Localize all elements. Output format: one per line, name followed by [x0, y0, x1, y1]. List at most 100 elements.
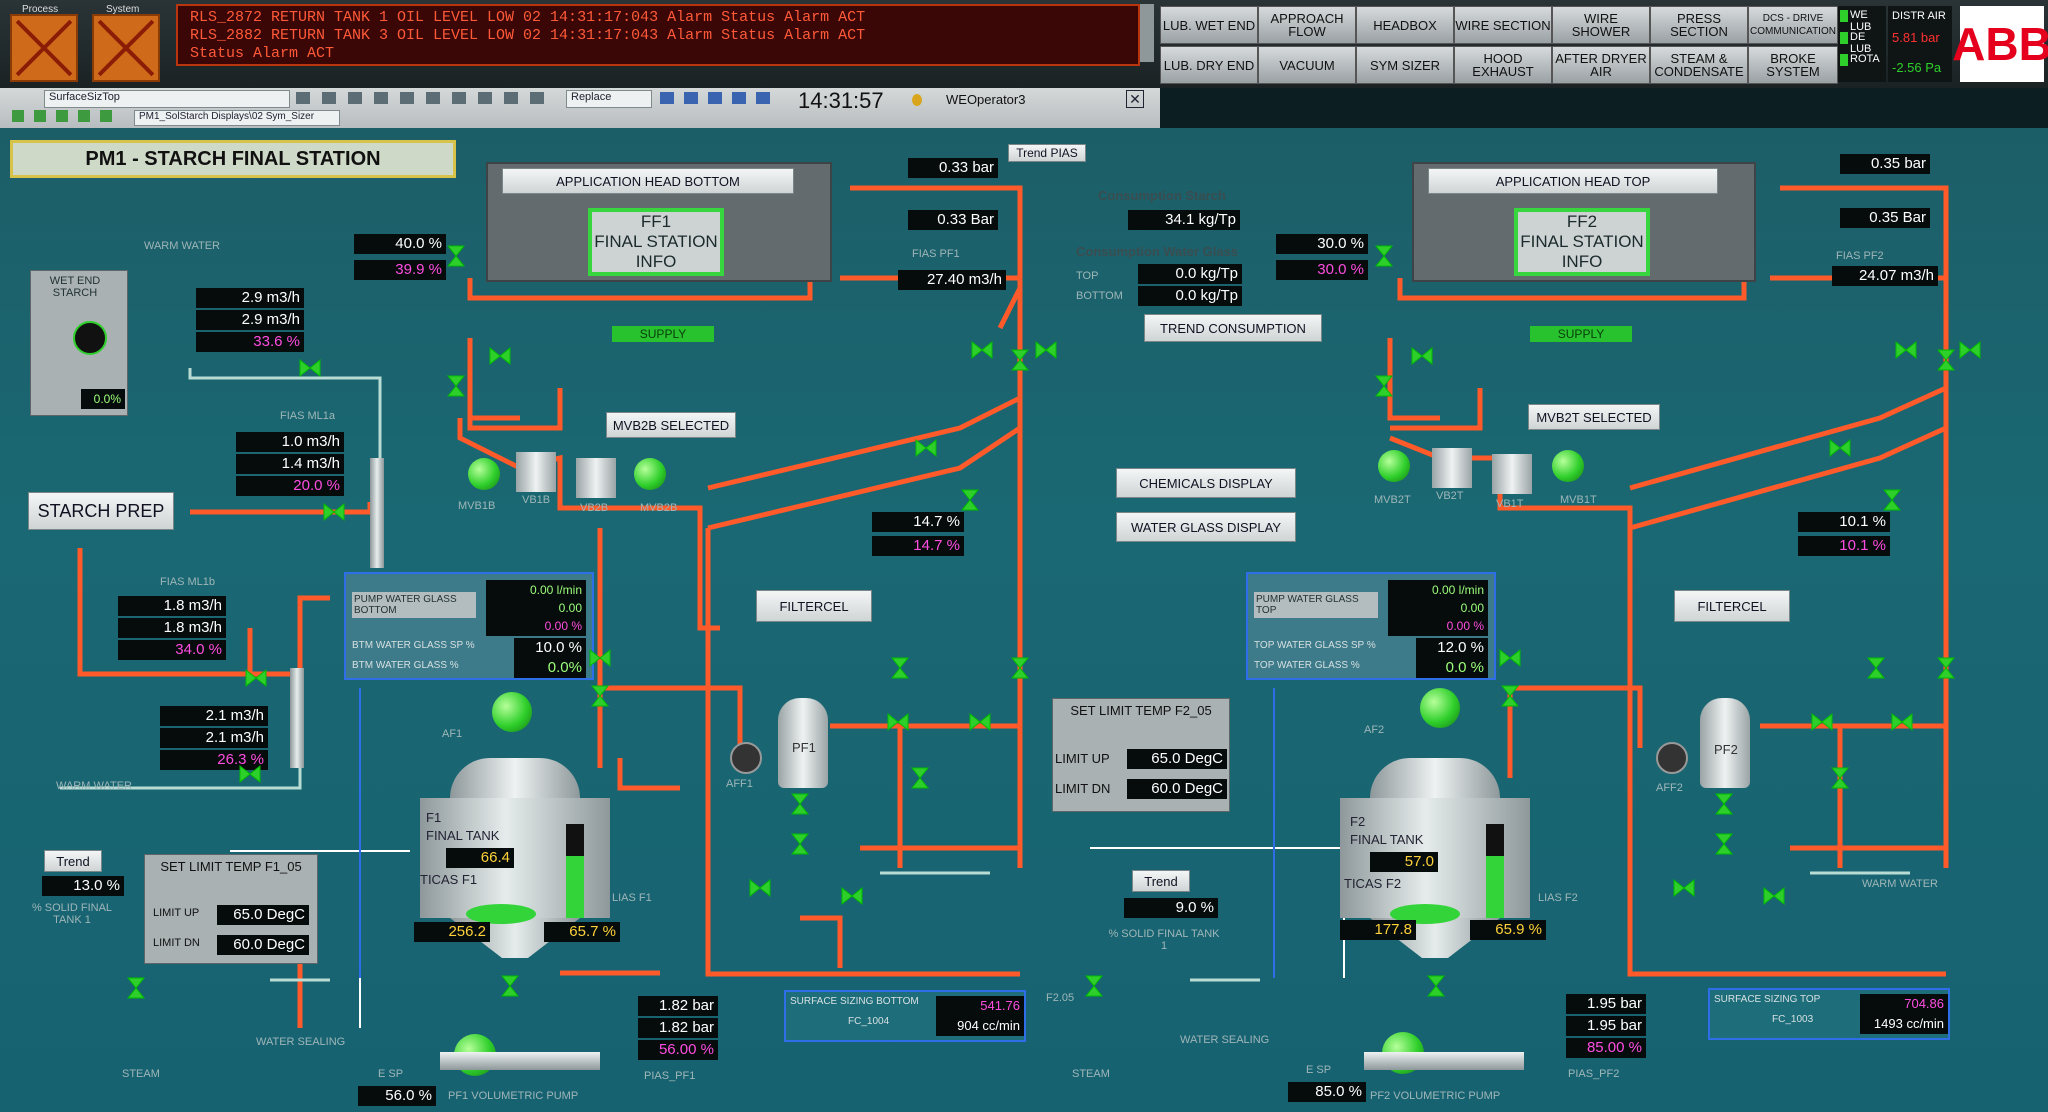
- nav-lub-dry-end-button[interactable]: LUB. DRY END: [1160, 46, 1258, 84]
- nav-after-dryer-air-button[interactable]: AFTER DRYER AIR: [1552, 46, 1650, 84]
- valve-icon[interactable]: [239, 763, 261, 785]
- valve-icon[interactable]: [1673, 877, 1695, 899]
- valve-icon[interactable]: [1829, 437, 1851, 459]
- valve-icon[interactable]: [1935, 349, 1957, 371]
- valve-icon[interactable]: [1811, 711, 1833, 733]
- top-wg-sp-value[interactable]: 12.0 %: [1416, 638, 1488, 658]
- alarm-line[interactable]: RLS_2882 RETURN TANK 3 OIL LEVEL LOW 02 …: [190, 27, 865, 44]
- valve-icon[interactable]: [1881, 489, 1903, 511]
- final-station-info-ff2[interactable]: FF2 FINAL STATION INFO: [1514, 208, 1650, 276]
- valve-icon[interactable]: [1713, 833, 1735, 855]
- valve-icon[interactable]: [909, 767, 931, 789]
- alarm-list[interactable]: RLS_2872 RETURN TANK 1 OIL LEVEL LOW 02 …: [176, 4, 1140, 66]
- mvb1b-motor[interactable]: [468, 458, 500, 490]
- app-head-top-title[interactable]: APPLICATION HEAD TOP: [1428, 168, 1718, 194]
- mvb2t-motor[interactable]: [1378, 450, 1410, 482]
- nav-press-section-button[interactable]: PRESS SECTION: [1650, 6, 1748, 44]
- alarm-line[interactable]: RLS_2872 RETURN TANK 1 OIL LEVEL LOW 02 …: [190, 9, 865, 26]
- distr-air-panel[interactable]: DISTR AIR 5.81 bar -2.56 Pa: [1888, 6, 1952, 82]
- valve-icon[interactable]: [499, 975, 521, 997]
- aff1-fan[interactable]: [730, 742, 762, 774]
- valve-icon[interactable]: [1959, 339, 1981, 361]
- valve-icon[interactable]: [1713, 793, 1735, 815]
- nav-broke-system-button[interactable]: BROKE SYSTEM: [1748, 46, 1838, 84]
- surface-sizing-bottom-panel[interactable]: SURFACE SIZING BOTTOM FC_1004 541.76 cc/…: [784, 990, 1026, 1042]
- pump-water-glass-bottom-panel[interactable]: PUMP WATER GLASS BOTTOM 0.00 l/min 0.00 …: [344, 572, 594, 680]
- valve-icon[interactable]: [245, 667, 267, 689]
- mvb2b-selected-button[interactable]: MVB2B SELECTED: [606, 412, 736, 438]
- trend-consumption-button[interactable]: TREND CONSUMPTION: [1144, 314, 1322, 342]
- water-glass-display-button[interactable]: WATER GLASS DISPLAY: [1116, 512, 1296, 542]
- system-alarm-indicator[interactable]: [92, 14, 160, 82]
- user-name[interactable]: WEOperator3: [946, 92, 1025, 107]
- valve-icon[interactable]: [445, 375, 467, 397]
- valve-icon[interactable]: [1373, 375, 1395, 397]
- trend-left-button[interactable]: Trend: [44, 850, 102, 872]
- valve-icon[interactable]: [125, 977, 147, 999]
- valve-icon[interactable]: [971, 339, 993, 361]
- filtercel-right-button[interactable]: FILTERCEL: [1674, 590, 1790, 622]
- limit-up-value-f2[interactable]: 65.0 DegC: [1127, 749, 1227, 769]
- alarm-line[interactable]: Status Alarm ACT: [190, 45, 334, 62]
- valve-icon[interactable]: [889, 657, 911, 679]
- valve-icon[interactable]: [1829, 767, 1851, 789]
- alarm-scrollbar[interactable]: [1140, 4, 1154, 62]
- trend-pias-button[interactable]: Trend PIAS: [1008, 144, 1086, 162]
- limit-up-value[interactable]: 65.0 DegC: [217, 905, 309, 925]
- mvb2b-motor[interactable]: [634, 458, 666, 490]
- valve-icon[interactable]: [1763, 885, 1785, 907]
- nav-headbox-button[interactable]: HEADBOX: [1356, 6, 1454, 44]
- valve-icon[interactable]: [445, 245, 467, 267]
- set-limit-temp-f1-panel[interactable]: SET LIMIT TEMP F1_05 LIMIT UP 65.0 DegC …: [144, 854, 318, 964]
- mvb2t-selected-button[interactable]: MVB2T SELECTED: [1528, 404, 1660, 430]
- final-tank-f1[interactable]: F1 FINAL TANK 66.4 TICAS F1: [410, 738, 620, 978]
- valve-icon[interactable]: [789, 793, 811, 815]
- valve-icon[interactable]: [915, 437, 937, 459]
- valve-icon[interactable]: [1083, 975, 1105, 997]
- valve-icon[interactable]: [749, 877, 771, 899]
- af1-agitator-motor[interactable]: [492, 692, 532, 732]
- valve-icon[interactable]: [1499, 685, 1521, 707]
- nav-lub-wet-end-button[interactable]: LUB. WET END: [1160, 6, 1258, 44]
- nav-steam-condensate-button[interactable]: STEAM & CONDENSATE: [1650, 46, 1748, 84]
- valve-icon[interactable]: [887, 711, 909, 733]
- valve-icon[interactable]: [969, 711, 991, 733]
- filtercel-left-button[interactable]: FILTERCEL: [756, 590, 872, 622]
- valve-icon[interactable]: [589, 647, 611, 669]
- valve-icon[interactable]: [1425, 975, 1447, 997]
- valve-icon[interactable]: [1499, 647, 1521, 669]
- tool-icons[interactable]: [12, 110, 122, 122]
- pump-water-glass-top-panel[interactable]: PUMP WATER GLASS TOP 0.00 l/min 0.00 0.0…: [1246, 572, 1496, 680]
- close-icon[interactable]: ✕: [1126, 90, 1144, 108]
- nav-approach-flow-button[interactable]: APPROACH FLOW: [1258, 6, 1356, 44]
- valve-icon[interactable]: [1411, 345, 1433, 367]
- replace-combo[interactable]: Replace: [566, 90, 652, 108]
- tool-icons[interactable]: [296, 92, 556, 104]
- valve-icon[interactable]: [1009, 349, 1031, 371]
- nav-wire-shower-button[interactable]: WIRE SHOWER: [1552, 6, 1650, 44]
- valve-icon[interactable]: [1891, 711, 1913, 733]
- tool-icons[interactable]: [660, 92, 780, 104]
- valve-icon[interactable]: [1895, 339, 1917, 361]
- aff2-fan[interactable]: [1656, 742, 1688, 774]
- application-head-bottom[interactable]: APPLICATION HEAD BOTTOM FF1 FINAL STATIO…: [486, 162, 832, 282]
- af2-agitator-motor[interactable]: [1420, 688, 1460, 728]
- final-station-info-ff1[interactable]: FF1 FINAL STATION INFO: [588, 208, 724, 276]
- valve-icon[interactable]: [1035, 339, 1057, 361]
- valve-icon[interactable]: [489, 345, 511, 367]
- valve-icon[interactable]: [299, 357, 321, 379]
- valve-icon[interactable]: [1373, 245, 1395, 267]
- object-combo[interactable]: SurfaceSizTop: [44, 90, 290, 108]
- nav-hood-exhaust-button[interactable]: HOOD EXHAUST: [1454, 46, 1552, 84]
- mvb1t-motor[interactable]: [1552, 450, 1584, 482]
- process-alarm-indicator[interactable]: [10, 14, 78, 82]
- final-tank-f2[interactable]: F2 FINAL TANK 57.0 TICAS F2: [1330, 738, 1540, 978]
- valve-icon[interactable]: [959, 489, 981, 511]
- valve-icon[interactable]: [1935, 657, 1957, 679]
- chemicals-display-button[interactable]: CHEMICALS DISPLAY: [1116, 468, 1296, 498]
- valve-icon[interactable]: [589, 685, 611, 707]
- starch-prep-button[interactable]: STARCH PREP: [28, 492, 174, 530]
- valve-icon[interactable]: [841, 885, 863, 907]
- display-path-combo[interactable]: PM1_SolStarch Displays\02 Sym_Sizer: [134, 110, 340, 126]
- set-limit-temp-f2-panel[interactable]: SET LIMIT TEMP F2_05 LIMIT UP 65.0 DegC …: [1052, 698, 1230, 812]
